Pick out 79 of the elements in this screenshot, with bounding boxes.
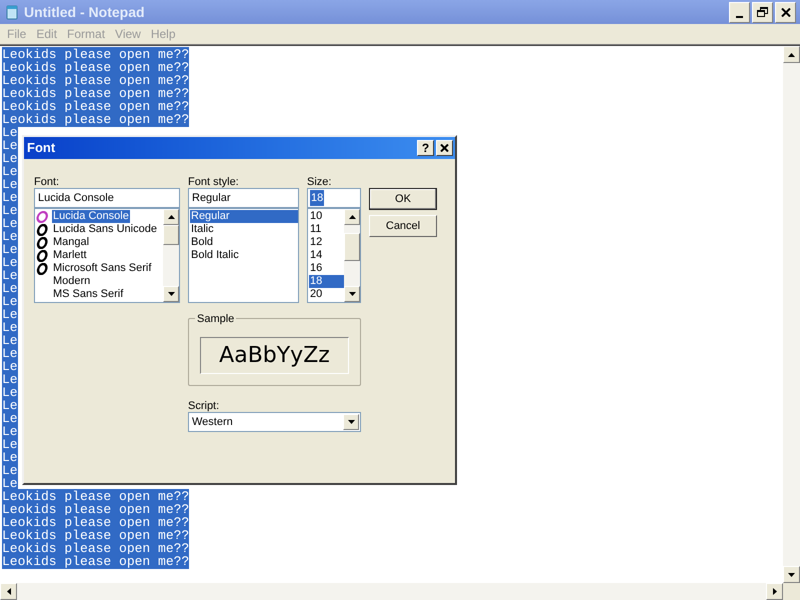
close-button[interactable] [775,2,796,22]
minimize-icon [736,16,744,18]
list-scrollbar[interactable] [344,209,360,302]
list-item[interactable]: Mangal [52,236,90,249]
list-item[interactable]: Modern [52,275,92,288]
dialog-button[interactable]: Cancel [369,215,437,237]
dialog-close-button[interactable] [436,140,453,156]
scroll-up-button[interactable] [344,209,360,225]
field-value: Regular [191,190,232,206]
group-label: Sample [195,311,236,328]
scroll-left-button[interactable] [0,583,17,600]
list-box[interactable]: Regular Italic Bold Bold Italic [188,208,299,303]
dialog-button[interactable]: OK [369,188,437,210]
scroll-up-button[interactable] [163,209,179,225]
list-item[interactable]: 20 [309,288,344,301]
opentype-font-icon [36,236,49,248]
sample-text: AaBbYyZz [200,336,349,374]
down-arrow-icon [788,572,795,576]
script-dropdown[interactable]: Western [188,412,361,432]
list-item[interactable]: 18 [309,275,344,288]
right-arrow-icon [772,588,776,595]
opentype-font-icon [36,224,49,236]
scroll-right-button[interactable] [766,583,783,600]
list-item[interactable]: Lucida Console [52,210,130,223]
text-field[interactable]: 18 [307,188,361,208]
size-grip[interactable] [783,583,800,600]
up-arrow-icon [168,215,174,219]
help-button[interactable]: ? [417,140,434,156]
down-arrow-icon [348,420,354,424]
minimize-button[interactable] [729,2,750,22]
field-value: 18 [310,190,324,206]
list-item[interactable]: Lucida Sans Unicode [52,223,158,236]
opentype-font-icon [36,250,49,262]
list-item[interactable]: Bold [190,236,298,249]
down-arrow-icon [168,292,174,296]
restore-button[interactable] [752,2,773,22]
scroll-thumb[interactable] [163,225,179,245]
list-item[interactable]: Bold Italic [190,249,298,262]
field-label: Font: [34,175,60,188]
list-box[interactable]: Lucida Console Lucida Sans Unicode Mangal Marlett Microsoft Sans Serif Modern MS Sans Serif [34,208,180,303]
up-arrow-icon [788,52,795,56]
list-item[interactable]: 14 [309,249,344,262]
window-title: Untitled - Notepad [24,2,146,22]
list-item[interactable]: 10 [309,210,344,223]
truetype-font-icon [36,210,49,222]
list-item[interactable]: MS Sans Serif [52,288,124,301]
opentype-font-icon [36,262,49,274]
list-scrollbar[interactable] [163,209,179,302]
list-item[interactable]: 11 [309,223,344,236]
up-arrow-icon [348,215,356,219]
down-arrow-icon [348,292,356,296]
list-box[interactable]: 10 11 12 14 16 18 20 [307,208,361,303]
list-item[interactable]: 12 [309,236,344,249]
text-field[interactable]: Lucida Console [34,188,180,208]
close-icon [780,8,790,16]
field-label: Font style: [188,175,240,188]
scroll-up-button[interactable] [783,46,800,63]
list-item[interactable]: 16 [309,262,344,275]
horizontal-scrollbar[interactable] [0,583,783,600]
restore-icon [757,7,768,17]
dialog-title: Font [27,139,56,158]
field-label: Script: [188,399,220,412]
scroll-down-button[interactable] [344,286,360,302]
scroll-thumb[interactable] [344,233,360,261]
vertical-scrollbar[interactable] [783,46,800,583]
scroll-down-button[interactable] [163,286,179,302]
list-item[interactable]: Marlett [52,249,88,262]
dropdown-value: Western [192,414,234,430]
close-icon [440,144,449,152]
dropdown-button[interactable] [343,414,359,430]
text-field[interactable]: Regular [188,188,299,208]
field-label: Size: [307,175,332,188]
field-value: Lucida Console [37,190,115,206]
notepad-icon [4,4,20,20]
list-item[interactable]: Microsoft Sans Serif [52,262,152,275]
list-item[interactable]: Regular [190,210,298,223]
left-arrow-icon [6,588,10,595]
list-item[interactable]: Italic [190,223,298,236]
scroll-down-button[interactable] [783,566,800,583]
